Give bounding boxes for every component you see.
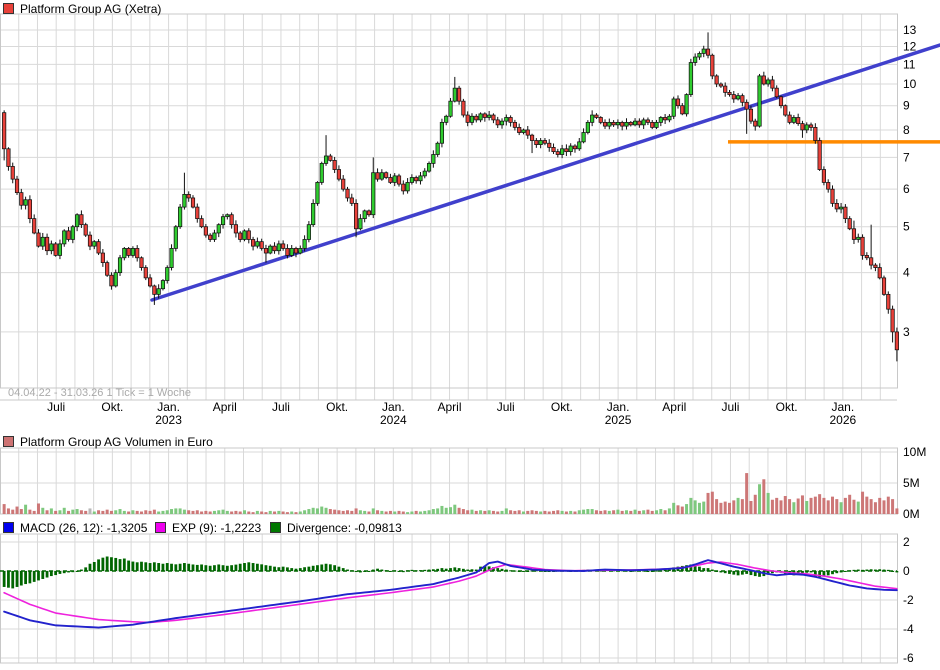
- volume-panel: 10M 5M 0M: [0, 445, 926, 521]
- x-axis-label: Jan.: [382, 400, 405, 414]
- divergence-swatch-icon: [270, 522, 281, 533]
- price-axis-tick: 11: [903, 57, 916, 71]
- price-axis-tick: 13: [903, 23, 917, 37]
- stock-chart-app: { "header": { "title": "Platform Group A…: [0, 0, 940, 670]
- x-axis-year-label: 2026: [829, 413, 856, 427]
- x-axis-label: April: [213, 400, 237, 414]
- range-info-text: 04.04.22 - 31.03.26 1 Tick = 1 Woche: [8, 387, 191, 399]
- price-axis-tick: 5: [903, 220, 910, 234]
- divergence-value-label: Divergence: -0,09813: [287, 521, 402, 535]
- x-axis-label: April: [662, 400, 686, 414]
- macd-axis-tick: 0: [903, 564, 910, 578]
- price-axis-tick: 9: [903, 99, 910, 113]
- macd-axis-tick: -2: [903, 593, 914, 607]
- x-axis-label: Okt.: [101, 400, 123, 414]
- macd-legend-exp: EXP (9): -1,2223: [155, 521, 261, 534]
- x-axis-year-label: 2024: [380, 413, 407, 427]
- price-axis-tick: 7: [903, 150, 910, 164]
- macd-legend-macd: MACD (26, 12): -1,3205: [3, 521, 147, 534]
- macd-axis-tick: -6: [903, 651, 914, 665]
- x-axis-year-label: 2023: [155, 413, 182, 427]
- macd-value-label: MACD (26, 12): -1,3205: [20, 521, 147, 535]
- price-axis-tick: 12: [903, 39, 917, 53]
- x-axis-label: Okt.: [551, 400, 573, 414]
- volume-axis-tick: 5M: [903, 476, 920, 490]
- volume-axis-tick: 10M: [903, 445, 926, 459]
- x-axis-label: Juli: [272, 400, 290, 414]
- x-axis-label: April: [438, 400, 462, 414]
- x-axis-label: Okt.: [776, 400, 798, 414]
- price-legend: Platform Group AG (Xetra): [3, 2, 161, 15]
- x-axis-label: Juli: [721, 400, 739, 414]
- chart-canvas: 345678910111213JuliOkt.Jan.2023AprilJuli…: [0, 0, 940, 670]
- price-axis-tick: 3: [903, 325, 910, 339]
- macd-panel: 2 0 -2 -4 -6: [0, 534, 914, 665]
- macd-axis-tick: -4: [903, 622, 914, 636]
- instrument-swatch-icon: [3, 3, 14, 14]
- volume-title: Platform Group AG Volumen in Euro: [20, 435, 213, 449]
- x-axis-label: Okt.: [326, 400, 348, 414]
- macd-axis-tick: 2: [903, 535, 910, 549]
- exp-swatch-icon: [155, 522, 166, 533]
- instrument-title: Platform Group AG (Xetra): [20, 2, 161, 16]
- volume-swatch-icon: [3, 436, 14, 447]
- price-axis-tick: 6: [903, 182, 910, 196]
- volume-axis-tick: 0M: [903, 507, 920, 521]
- price-axis-tick: 8: [903, 123, 910, 137]
- x-axis-label: Juli: [497, 400, 515, 414]
- x-axis-year-label: 2025: [605, 413, 632, 427]
- x-axis-label: Jan.: [832, 400, 855, 414]
- x-axis-label: Jan.: [607, 400, 630, 414]
- macd-legend-divergence: Divergence: -0,09813: [270, 521, 402, 534]
- x-axis-label: Juli: [47, 400, 65, 414]
- price-panel: 345678910111213JuliOkt.Jan.2023AprilJuli…: [0, 14, 940, 427]
- x-axis-label: Jan.: [157, 400, 180, 414]
- price-axis-tick: 10: [903, 77, 917, 91]
- volume-legend: Platform Group AG Volumen in Euro: [3, 435, 213, 448]
- macd-swatch-icon: [3, 522, 14, 533]
- price-axis-tick: 4: [903, 266, 910, 280]
- exp-value-label: EXP (9): -1,2223: [172, 521, 261, 535]
